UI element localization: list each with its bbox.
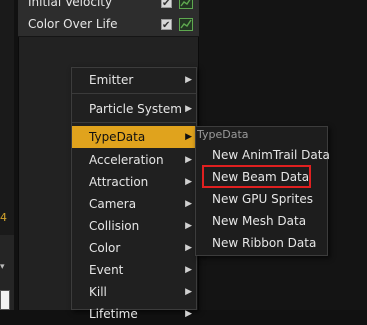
left-marker-text: 4 <box>0 211 7 224</box>
left-editor-strip <box>0 0 14 235</box>
menu-item-particle-system[interactable]: Particle System ▶ <box>72 98 196 120</box>
menu-item-kill[interactable]: Kill ▶ <box>72 281 196 303</box>
chevron-right-icon: ▶ <box>185 132 192 142</box>
module-row-initial-velocity[interactable]: Initial Velocity <box>18 0 199 15</box>
menu-item-label: Lifetime <box>89 307 138 321</box>
chevron-right-icon: ▶ <box>185 177 192 187</box>
menu-separator <box>72 122 196 123</box>
chevron-right-icon: ▶ <box>185 199 192 209</box>
menu-item-label: Collision <box>89 219 140 233</box>
module-label: Color Over Life <box>28 17 118 31</box>
menu-item-attraction[interactable]: Attraction ▶ <box>72 171 196 193</box>
typedata-submenu: TypeData New AnimTrail Data New Beam Dat… <box>195 126 330 256</box>
submenu-item-new-animtrail-data[interactable]: New AnimTrail Data <box>196 144 330 166</box>
checkbox-checked-icon[interactable] <box>161 0 172 15</box>
bottom-left-input[interactable] <box>0 290 10 310</box>
chevron-right-icon: ▶ <box>185 75 192 85</box>
context-menu: Emitter ▶ Particle System ▶ TypeData ▶ A… <box>71 67 197 321</box>
submenu-item-label: New AnimTrail Data <box>212 148 330 162</box>
chevron-right-icon: ▶ <box>185 221 192 231</box>
checkbox-checked-icon[interactable] <box>161 15 172 37</box>
menu-item-label: TypeData <box>89 130 146 144</box>
submenu-item-label: New Mesh Data <box>212 214 307 228</box>
module-row-color-over-life[interactable]: Color Over Life <box>18 13 199 37</box>
chevron-right-icon: ▶ <box>185 243 192 253</box>
chevron-right-icon: ▶ <box>185 104 192 114</box>
dropdown-arrow-icon[interactable]: ▾ <box>0 262 9 272</box>
menu-item-label: Kill <box>89 285 107 299</box>
chevron-right-icon: ▶ <box>185 287 192 297</box>
menu-separator <box>72 93 196 94</box>
menu-item-acceleration[interactable]: Acceleration ▶ <box>72 149 196 171</box>
menu-item-label: Event <box>89 263 124 277</box>
chevron-right-icon: ▶ <box>185 265 192 275</box>
submenu-item-new-mesh-data[interactable]: New Mesh Data <box>196 210 327 232</box>
menu-item-label: Color <box>89 241 121 255</box>
chevron-right-icon: ▶ <box>185 309 192 319</box>
menu-item-event[interactable]: Event ▶ <box>72 259 196 281</box>
menu-item-label: Emitter <box>89 73 134 87</box>
menu-item-label: Acceleration <box>89 153 164 167</box>
menu-item-lifetime[interactable]: Lifetime ▶ <box>72 303 196 325</box>
submenu-item-label: New GPU Sprites <box>212 192 313 206</box>
menu-item-typedata[interactable]: TypeData ▶ <box>72 126 196 148</box>
menu-item-collision[interactable]: Collision ▶ <box>72 215 196 237</box>
submenu-item-new-gpu-sprites[interactable]: New GPU Sprites <box>196 188 327 210</box>
menu-item-emitter[interactable]: Emitter ▶ <box>72 69 196 91</box>
menu-item-color[interactable]: Color ▶ <box>72 237 196 259</box>
chevron-right-icon: ▶ <box>185 155 192 165</box>
highlight-box <box>202 165 311 188</box>
curve-graph-icon[interactable] <box>179 0 193 9</box>
submenu-item-new-ribbon-data[interactable]: New Ribbon Data <box>196 232 327 254</box>
submenu-item-label: New Ribbon Data <box>212 236 317 250</box>
menu-item-camera[interactable]: Camera ▶ <box>72 193 196 215</box>
submenu-header: TypeData <box>197 128 249 141</box>
curve-graph-icon[interactable] <box>179 18 193 31</box>
menu-item-label: Camera <box>89 197 137 211</box>
module-label: Initial Velocity <box>28 0 113 9</box>
menu-item-label: Attraction <box>89 175 149 189</box>
menu-item-label: Particle System <box>89 102 182 116</box>
